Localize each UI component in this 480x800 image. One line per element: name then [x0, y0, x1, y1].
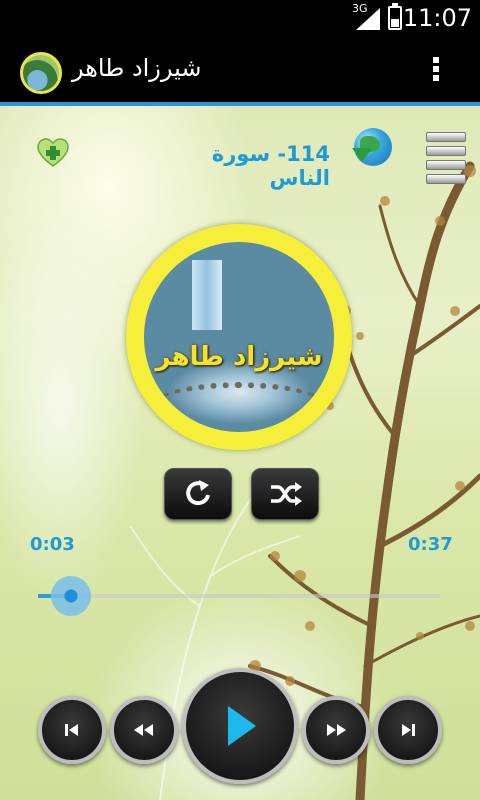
next-button[interactable]	[374, 696, 442, 764]
play-icon	[228, 706, 256, 746]
play-button[interactable]	[182, 668, 298, 784]
more-vertical-icon[interactable]	[426, 54, 446, 90]
shuffle-icon	[271, 482, 302, 506]
skip-previous-icon	[65, 724, 78, 736]
battery-icon	[388, 3, 402, 30]
repeat-icon	[186, 480, 210, 506]
signal-icon	[356, 8, 380, 30]
rewind-icon	[134, 724, 153, 736]
repeat-button[interactable]	[164, 468, 232, 520]
forward-button[interactable]	[302, 696, 370, 764]
current-time: 0:03	[30, 534, 75, 555]
artwork-caption: شيرزاد طاهر	[155, 342, 323, 372]
shuffle-button[interactable]	[251, 468, 319, 520]
status-bar: 3G 11:07	[0, 0, 480, 38]
app-title: شيرزاد طاهر	[72, 54, 202, 82]
total-time: 0:37	[408, 534, 453, 555]
fast-forward-icon	[327, 724, 346, 736]
track-title: 114- سورة الناس	[211, 142, 330, 190]
album-artwork: شيرزاد طاهر	[126, 224, 352, 450]
clock: 11:07	[402, 4, 472, 32]
rewind-button[interactable]	[110, 696, 178, 764]
previous-button[interactable]	[38, 696, 106, 764]
list-icon[interactable]	[426, 132, 466, 184]
seek-bar[interactable]	[38, 576, 440, 616]
globe-download-icon[interactable]	[352, 128, 392, 166]
action-bar: شيرزاد طاهر	[0, 38, 480, 106]
heart-plus-icon[interactable]	[36, 138, 70, 168]
skip-next-icon	[402, 724, 415, 736]
player-screen: 114- سورة الناس شيرزاد طاهر 0:03 0:37	[0, 106, 480, 800]
waterfall-avatar-icon[interactable]	[20, 52, 62, 94]
